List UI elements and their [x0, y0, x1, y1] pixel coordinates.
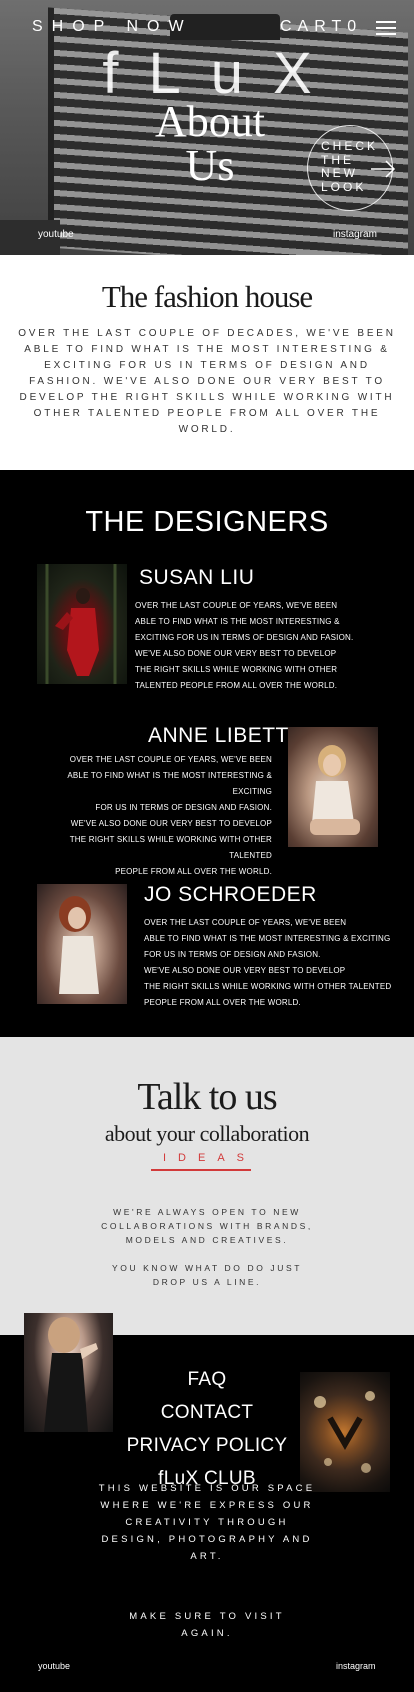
designer-photo-jo-schroeder [37, 884, 127, 1004]
youtube-link[interactable]: youtube [38, 229, 74, 240]
fashion-house-text: OVER THE LAST COUPLE OF DECADES, WE'VE B… [18, 328, 396, 435]
hamburger-menu-icon[interactable] [376, 21, 396, 35]
fashion-house-title: The fashion house [101, 279, 313, 314]
cta-line: CHECK [321, 139, 379, 153]
designers-section: THE DESIGNERS SUSAN LIU OVER THE LAST CO… [0, 470, 414, 1037]
talk-text-open: WE'RE ALWAYS OPEN TO NEW COLLABORATIONS … [101, 1207, 313, 1245]
footer-text-about: THIS WEBSITE IS OUR SPACE WHERE WE'RE EX… [98, 1483, 316, 1562]
page-title: About Us [110, 100, 310, 188]
cta-line: LOOK [321, 179, 367, 194]
hero-section: SHOP NOW CART0 fLuX About Us CHECK THE N… [0, 0, 414, 255]
bio-line: FOR US IN TERMS OF DESIGN AND FASION. [95, 803, 272, 812]
bio-line: OVER THE LAST COUPLE OF YEARS, WE'VE BEE… [135, 601, 338, 610]
footer-text-visit: MAKE SURE TO VISIT AGAIN. [129, 1611, 285, 1639]
bio-line: ABLE TO FIND WHAT IS THE MOST INTERESTIN… [67, 771, 272, 796]
bio-line: TALENTED PEOPLE FROM ALL OVER THE WORLD. [135, 681, 338, 690]
bio-line: OVER THE LAST COUPLE OF YEARS, WE'VE BEE… [144, 918, 347, 927]
talk-photo [24, 1313, 113, 1432]
designer-name-susan-liu: SUSAN LIU [139, 566, 255, 589]
designer-photo-susan-liu [37, 564, 127, 684]
bio-line: ABLE TO FIND WHAT IS THE MOST INTERESTIN… [144, 934, 391, 943]
ideas-link[interactable]: IDEAS [151, 1152, 251, 1164]
bio-line: PEOPLE FROM ALL OVER THE WORLD. [115, 867, 272, 876]
talk-to-us-section: Talk to us about your collaboration IDEA… [0, 1037, 414, 1432]
designer-name-jo-schroeder: JO SCHROEDER [144, 883, 317, 906]
bio-line: PEOPLE FROM ALL OVER THE WORLD. [144, 998, 301, 1007]
bio-line: THE RIGHT SKILLS WHILE WORKING WITH OTHE… [144, 982, 392, 991]
ideas-underline [151, 1169, 251, 1171]
designer-bio-jo-schroeder: OVER THE LAST COUPLE OF YEARS, WE'VE BEE… [144, 915, 394, 1011]
bio-line: WE'VE ALSO DONE OUR VERY BEST TO DEVELOP [135, 649, 337, 658]
page-title-line1: About [155, 97, 265, 146]
fashion-house-section: The fashion house OVER THE LAST COUPLE O… [0, 255, 414, 470]
footer-instagram-link[interactable]: instagram [336, 1661, 376, 1671]
talk-subtitle: about your collaboration [104, 1121, 310, 1146]
designer-bio-susan-liu: OVER THE LAST COUPLE OF YEARS, WE'VE BEE… [135, 598, 365, 694]
bio-line: WE'VE ALSO DONE OUR VERY BEST TO DEVELOP [144, 966, 346, 975]
bio-line: THE RIGHT SKILLS WHILE WORKING WITH OTHE… [69, 835, 272, 860]
talk-text-drop-line: YOU KNOW WHAT DO DO JUST DROP US A LINE. [111, 1263, 303, 1287]
designers-title: THE DESIGNERS [85, 506, 329, 538]
footer-youtube-link[interactable]: youtube [38, 1661, 70, 1671]
bio-line: FOR US IN TERMS OF DESIGN AND FASION. [144, 950, 321, 959]
instagram-link[interactable]: instagram [333, 229, 377, 240]
footer-photo [300, 1372, 390, 1492]
bio-line: THE RIGHT SKILLS WHILE WORKING WITH OTHE… [135, 665, 338, 674]
designer-name-anne-libett: ANNE LIBETT [148, 724, 289, 747]
cart-link[interactable]: CART0 [280, 18, 362, 36]
bio-line: OVER THE LAST COUPLE OF YEARS, WE'VE BEE… [69, 755, 272, 764]
arrow-right-icon[interactable] [370, 160, 396, 178]
shop-now-link[interactable]: SHOP NOW [32, 18, 193, 36]
bio-line: WE'VE ALSO DONE OUR VERY BEST TO DEVELOP [70, 819, 272, 828]
designer-bio-anne-libett: OVER THE LAST COUPLE OF YEARS, WE'VE BEE… [28, 752, 272, 880]
designer-photo-anne-libett [288, 727, 378, 847]
page-title-line2: Us [185, 141, 235, 190]
bio-line: ABLE TO FIND WHAT IS THE MOST INTERESTIN… [135, 617, 340, 626]
talk-title: Talk to us [137, 1076, 277, 1118]
bio-line: EXCITING FOR US IN TERMS OF DESIGN AND F… [135, 633, 354, 642]
